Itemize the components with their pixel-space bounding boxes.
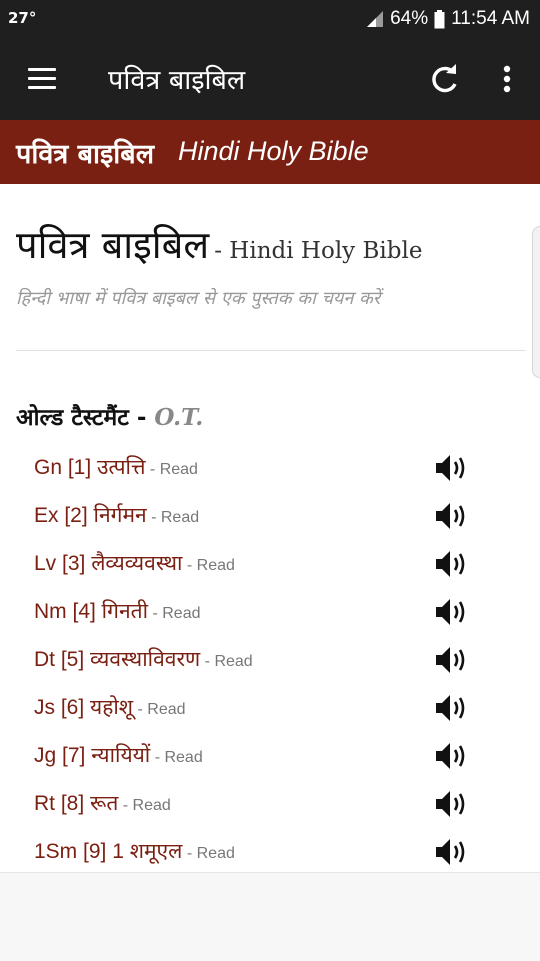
refresh-icon[interactable] [424,60,464,100]
page-subtitle: हिन्दी भाषा में पवित्र बाइबल से एक पुस्त… [16,288,381,309]
speaker-icon[interactable] [434,788,470,820]
speaker-icon[interactable] [434,452,470,484]
read-label: - Read [182,845,235,862]
read-label: - Read [182,557,235,574]
list-item: Dt [5] व्यवस्थाविवरण - Read [0,638,540,686]
book-label: Nm [4] गिनती [34,600,149,623]
list-item: Lv [3] लैव्यव्यवस्था - Read [0,542,540,590]
status-bar: 27° 64% 11:54 AM [0,0,540,38]
book-label: Jg [7] न्यायियों [34,744,151,767]
hamburger-menu-icon[interactable] [22,62,62,96]
book-link[interactable]: Js [6] यहोशू - Read [34,693,186,721]
section-title: ओल्ड टैस्टमैंट [16,405,129,431]
book-link[interactable]: Jg [7] न्यायियों - Read [34,741,203,769]
temperature: 27° [8,9,37,27]
read-label: - Read [150,749,203,766]
list-item: 1Sm [9] 1 शमूएल - Read [0,830,540,870]
speaker-icon[interactable] [434,548,470,580]
list-item: Nm [4] गिनती - Read [0,590,540,638]
toolbar-title: पवित्र बाइबिल [108,65,246,96]
bottom-area [0,872,540,961]
book-label: Js [6] यहोशू [34,696,134,719]
list-item: Ex [2] निर्गमन - Read [0,494,540,542]
read-label: - Read [145,461,198,478]
page-title: पवित्र बाइबिल - Hindi Holy Bible [16,218,422,270]
book-link[interactable]: Rt [8] रूत - Read [34,789,171,817]
book-link[interactable]: Lv [3] लैव्यव्यवस्था - Read [34,549,235,577]
book-link[interactable]: Dt [5] व्यवस्थाविवरण - Read [34,645,253,673]
read-label: - Read [200,653,253,670]
book-label: Lv [3] लैव्यव्यवस्था [34,552,183,575]
list-item: Gn [1] उत्पत्ति - Read [0,446,540,494]
read-label: - Read [118,797,171,814]
banner-title-english: Hindi Holy Bible [178,136,369,166]
page-title-hindi: पवित्र बाइबिल [16,223,210,267]
speaker-icon[interactable] [434,836,470,868]
book-label: Rt [8] रूत [34,792,119,815]
book-list: Gn [1] उत्पत्ति - Read Ex [2] निर्गमन - … [0,446,540,870]
banner-title-hindi: पवित्र बाइबिल [16,139,155,170]
book-link[interactable]: Gn [1] उत्पत्ति - Read [34,453,198,481]
section-dash: - [128,405,155,431]
section-abbr: O.T. [154,404,204,431]
speaker-icon[interactable] [434,500,470,532]
list-item: Jg [7] न्यायियों - Read [0,734,540,782]
content-area[interactable]: पवित्र बाइबिल - Hindi Holy Bible हिन्दी … [0,184,540,870]
book-link[interactable]: 1Sm [9] 1 शमूएल - Read [34,837,235,865]
more-options-icon[interactable] [490,60,524,100]
edge-panel-handle[interactable] [532,226,540,378]
clock: 11:54 AM [451,8,530,29]
read-label: - Read [148,605,201,622]
speaker-icon[interactable] [434,596,470,628]
list-item: Rt [8] रूत - Read [0,782,540,830]
list-item: Js [6] यहोशू - Read [0,686,540,734]
book-label: Ex [2] निर्गमन [34,504,147,527]
status-right: 64% 11:54 AM [366,6,530,32]
read-label: - Read [133,701,186,718]
book-link[interactable]: Ex [2] निर्गमन - Read [34,501,199,529]
speaker-icon[interactable] [434,692,470,724]
header-banner: पवित्र बाइबिल Hindi Holy Bible [0,120,540,184]
book-label: Dt [5] व्यवस्थाविवरण [34,648,201,671]
signal-icon [367,11,384,27]
book-link[interactable]: Nm [4] गिनती - Read [34,597,200,625]
page-title-english: - Hindi Holy Bible [214,238,423,264]
battery-icon [434,9,445,28]
read-label: - Read [146,509,200,526]
section-heading: ओल्ड टैस्टमैंट - O.T. [16,400,203,432]
book-label: Gn [1] उत्पत्ति [34,456,146,479]
battery-percent: 64% [390,8,429,29]
speaker-icon[interactable] [434,644,470,676]
speaker-icon[interactable] [434,740,470,772]
app-toolbar: पवित्र बाइबिल [0,38,540,120]
book-label: 1Sm [9] 1 शमूएल [34,840,183,863]
divider [16,350,526,351]
